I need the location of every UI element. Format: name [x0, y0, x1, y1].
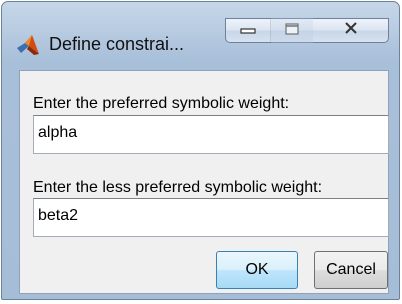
preferred-weight-label: Enter the preferred symbolic weight:: [33, 95, 290, 112]
title-bar[interactable]: Define constrai...: [2, 2, 399, 72]
preferred-weight-input[interactable]: alpha: [33, 115, 389, 154]
less-preferred-weight-input[interactable]: beta2: [33, 198, 389, 237]
close-icon: [344, 21, 358, 40]
close-button[interactable]: [313, 18, 389, 43]
dialog-body: Enter the preferred symbolic weight: alp…: [19, 70, 389, 294]
window-title: Define constrai...: [49, 34, 185, 54]
minimize-button[interactable]: [225, 18, 271, 43]
less-preferred-weight-label: Enter the less preferred symbolic weight…: [33, 179, 323, 196]
minimize-icon: [240, 22, 256, 40]
maximize-button[interactable]: [270, 18, 314, 43]
maximize-icon: [284, 22, 299, 40]
cancel-button[interactable]: Cancel: [314, 251, 388, 289]
ok-button[interactable]: OK: [216, 251, 298, 289]
dialog-window: Define constrai... Enter the preferred s…: [1, 1, 400, 300]
matlab-logo-icon: [16, 33, 40, 57]
